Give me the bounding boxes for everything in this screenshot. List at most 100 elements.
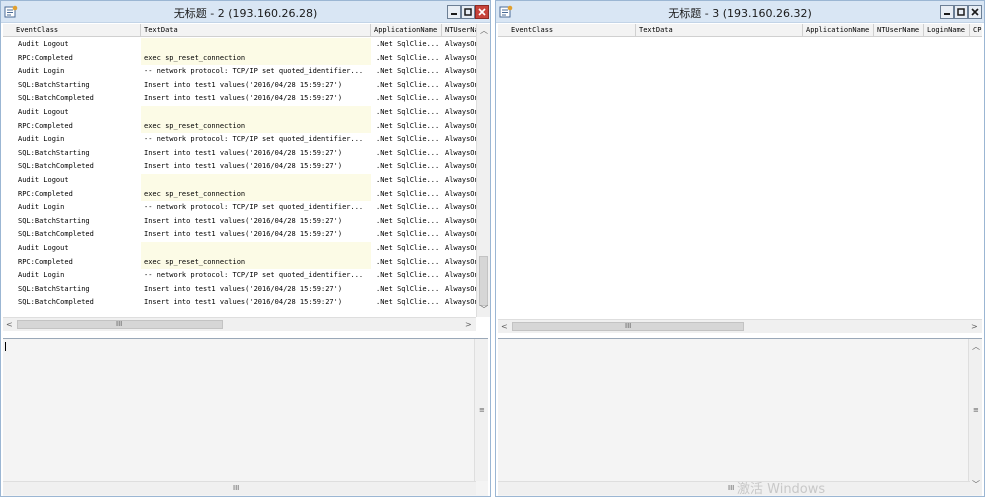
cell-textdata: Insert into test1 values('2016/04/28 15:… bbox=[144, 148, 343, 157]
cell-eventclass: Audit Login bbox=[18, 135, 65, 144]
table-row[interactable]: RPC:Completed exec sp_reset_connection .Ne… bbox=[3, 119, 488, 134]
table-row[interactable]: SQL:BatchStarting Insert into test1 value… bbox=[3, 283, 488, 297]
restore-button[interactable] bbox=[954, 5, 968, 19]
trace-event-grid[interactable]: EventClass TextData ApplicationName NTUs… bbox=[3, 24, 488, 317]
column-header-eventclass[interactable]: EventClass bbox=[13, 24, 141, 37]
column-header-eventclass[interactable]: EventClass bbox=[508, 24, 636, 37]
column-header-textdata[interactable]: TextData bbox=[636, 24, 803, 37]
cell-textdata: -- network protocol: TCP/IP set quoted_i… bbox=[144, 203, 364, 212]
cell-applicationname: .Net SqlClie... bbox=[376, 284, 440, 293]
table-row[interactable]: SQL:BatchCompleted Insert into test1 valu… bbox=[3, 296, 488, 310]
cell-textdata: Insert into test1 values('2016/04/28 15:… bbox=[144, 284, 343, 293]
scroll-up-arrow-icon[interactable]: ︿ bbox=[972, 343, 980, 351]
cell-textdata: exec sp_reset_connection bbox=[141, 187, 371, 202]
scroll-up-arrow-icon[interactable]: ︿ bbox=[480, 27, 488, 35]
event-details-pane[interactable]: ︿ ≡ ﹀ III bbox=[498, 338, 982, 496]
scroll-down-arrow-icon[interactable]: ﹀ bbox=[480, 306, 488, 314]
cell-eventclass: SQL:BatchStarting bbox=[18, 148, 90, 157]
minimize-button[interactable] bbox=[940, 5, 954, 19]
scroll-left-arrow-icon[interactable]: < bbox=[501, 323, 508, 331]
table-row[interactable]: SQL:BatchCompleted Insert into test1 valu… bbox=[3, 92, 488, 106]
scroll-grip: III bbox=[728, 484, 735, 492]
cell-eventclass: Audit Login bbox=[18, 271, 65, 280]
grid-header: EventClass TextData ApplicationName NTUs… bbox=[3, 24, 488, 37]
title-bar[interactable]: 无标题 - 2 (193.160.26.28) bbox=[1, 1, 490, 23]
cell-applicationname: .Net SqlClie... bbox=[376, 135, 440, 144]
scroll-right-arrow-icon[interactable]: > bbox=[465, 321, 472, 329]
grid-horizontal-scrollbar[interactable]: < III > bbox=[498, 319, 982, 333]
details-horizontal-scrollbar[interactable]: III bbox=[498, 481, 970, 495]
column-header-ntusername[interactable]: NTUserName bbox=[874, 24, 924, 37]
table-row[interactable]: RPC:Completed exec sp_reset_connection .Ne… bbox=[3, 255, 488, 270]
trace-window-right[interactable]: 无标题 - 3 (193.160.26.32) EventClass TextD… bbox=[495, 0, 985, 497]
table-row[interactable]: SQL:BatchStarting Insert into test1 value… bbox=[3, 215, 488, 229]
restore-button[interactable] bbox=[461, 5, 475, 19]
close-button[interactable] bbox=[968, 5, 982, 19]
scroll-grip-icon: ≡ bbox=[479, 406, 485, 414]
table-row[interactable]: Audit Logout .Net SqlClie... AlwaysOn bbox=[3, 106, 488, 120]
cell-textdata: Insert into test1 values('2016/04/28 15:… bbox=[144, 80, 343, 89]
details-horizontal-scrollbar[interactable]: III bbox=[3, 481, 476, 495]
cell-eventclass: RPC:Completed bbox=[18, 121, 73, 130]
trace-window-left[interactable]: 无标题 - 2 (193.160.26.28) EventClass TextD… bbox=[0, 0, 491, 497]
cell-eventclass: SQL:BatchCompleted bbox=[18, 230, 94, 239]
table-row[interactable]: SQL:BatchStarting Insert into test1 value… bbox=[3, 147, 488, 161]
cell-applicationname: .Net SqlClie... bbox=[376, 108, 440, 116]
grid-horizontal-scrollbar[interactable]: < III > bbox=[3, 317, 476, 331]
table-row[interactable]: SQL:BatchCompleted Insert into test1 valu… bbox=[3, 228, 488, 242]
table-row[interactable]: RPC:Completed exec sp_reset_connection .Ne… bbox=[3, 51, 488, 66]
cell-eventclass: SQL:BatchCompleted bbox=[18, 94, 94, 103]
trace-event-grid[interactable]: EventClass TextData ApplicationName NTUs… bbox=[498, 24, 982, 317]
cell-applicationname: .Net SqlClie... bbox=[376, 80, 440, 89]
column-header-textdata[interactable]: TextData bbox=[141, 24, 371, 37]
table-row[interactable]: Audit Logout .Net SqlClie... AlwaysOn bbox=[3, 174, 488, 188]
table-row[interactable]: Audit Login -- network protocol: TCP/IP s… bbox=[3, 269, 488, 283]
table-row[interactable]: SQL:BatchCompleted Insert into test1 valu… bbox=[3, 160, 488, 174]
cell-eventclass: Audit Login bbox=[18, 67, 65, 76]
scroll-grip-icon: ≡ bbox=[973, 406, 979, 414]
cell-applicationname: .Net SqlClie... bbox=[376, 94, 440, 103]
cell-textdata: Insert into test1 values('2016/04/28 15:… bbox=[144, 94, 343, 103]
table-row[interactable]: Audit Logout .Net SqlClie... AlwaysOn bbox=[3, 38, 488, 52]
cell-textdata: exec sp_reset_connection bbox=[141, 255, 371, 270]
column-header-cpu[interactable]: CP bbox=[970, 24, 982, 37]
scroll-grip: III bbox=[233, 484, 240, 492]
close-button[interactable] bbox=[475, 5, 489, 19]
cell-eventclass: SQL:BatchStarting bbox=[18, 216, 90, 225]
scroll-down-arrow-icon[interactable]: ﹀ bbox=[972, 481, 980, 489]
cell-applicationname: .Net SqlClie... bbox=[376, 257, 440, 266]
scroll-right-arrow-icon[interactable]: > bbox=[971, 323, 978, 331]
cell-textdata bbox=[141, 174, 371, 188]
table-row[interactable]: RPC:Completed exec sp_reset_connection .Ne… bbox=[3, 187, 488, 202]
cell-applicationname: .Net SqlClie... bbox=[376, 40, 440, 48]
column-header-applicationname[interactable]: ApplicationName bbox=[371, 24, 442, 37]
minimize-button[interactable] bbox=[447, 5, 461, 19]
table-row[interactable]: Audit Login -- network protocol: TCP/IP s… bbox=[3, 133, 488, 147]
scroll-thumb[interactable]: III bbox=[512, 322, 744, 331]
close-icon bbox=[971, 8, 979, 16]
cell-applicationname: .Net SqlClie... bbox=[376, 203, 440, 212]
cell-applicationname: .Net SqlClie... bbox=[376, 67, 440, 76]
cell-applicationname: .Net SqlClie... bbox=[376, 121, 440, 130]
column-header-applicationname[interactable]: ApplicationName bbox=[803, 24, 874, 37]
title-bar[interactable]: 无标题 - 3 (193.160.26.32) bbox=[496, 1, 984, 23]
scroll-left-arrow-icon[interactable]: < bbox=[6, 321, 13, 329]
event-details-pane[interactable]: ≡ III bbox=[3, 338, 488, 496]
cell-applicationname: .Net SqlClie... bbox=[376, 216, 440, 225]
table-row[interactable]: Audit Login -- network protocol: TCP/IP s… bbox=[3, 65, 488, 79]
table-row[interactable]: Audit Login -- network protocol: TCP/IP s… bbox=[3, 201, 488, 215]
table-row[interactable]: SQL:BatchStarting Insert into test1 value… bbox=[3, 79, 488, 93]
scroll-thumb[interactable] bbox=[479, 256, 488, 306]
column-header-loginname[interactable]: LoginName bbox=[924, 24, 970, 37]
cell-textdata: exec sp_reset_connection bbox=[141, 51, 371, 66]
cell-applicationname: .Net SqlClie... bbox=[376, 298, 440, 307]
details-vertical-scrollbar[interactable]: ︿ ≡ ﹀ bbox=[968, 339, 982, 495]
details-vertical-scrollbar[interactable]: ≡ bbox=[474, 339, 488, 481]
restore-icon bbox=[957, 8, 965, 16]
cell-eventclass: RPC:Completed bbox=[18, 53, 73, 62]
grid-vertical-scrollbar[interactable]: ︿ ﹀ bbox=[476, 24, 490, 317]
restore-icon bbox=[464, 8, 472, 16]
scroll-thumb[interactable]: III bbox=[17, 320, 223, 329]
table-row[interactable]: Audit Logout .Net SqlClie... AlwaysOn bbox=[3, 242, 488, 256]
windows-activation-watermark: 激活 Windows bbox=[737, 482, 826, 497]
